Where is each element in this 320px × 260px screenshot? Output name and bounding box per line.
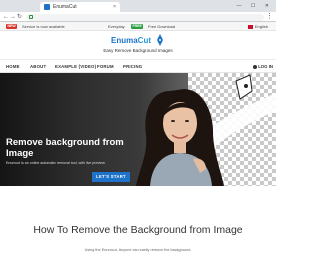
nav-item-example[interactable]: EXAMPLE (VIDEO) (55, 64, 96, 70)
logo[interactable]: EnumaCut (111, 36, 151, 46)
logo-cut: Cut (137, 36, 151, 45)
flag-icon (247, 25, 253, 29)
back-icon[interactable]: ← (3, 13, 9, 21)
lock-icon (29, 14, 33, 19)
window-controls[interactable]: — ☐ ✕ (237, 2, 273, 10)
tab-title: EnumaCut (53, 4, 77, 10)
free-badge: FREE (131, 24, 144, 29)
hero-person-photo (136, 89, 224, 186)
browser-tab[interactable]: EnumaCut × (40, 2, 120, 12)
reload-icon[interactable]: ↻ (17, 13, 22, 21)
address-bar: ← → ↻ ⋮ (0, 12, 276, 22)
url-field[interactable] (26, 13, 264, 21)
section-title: How To Remove the Background from Image (33, 224, 243, 236)
hero-illustration (136, 74, 276, 186)
site-header: EnumaCut Easy Remove Background Images (0, 31, 276, 59)
free-download-text[interactable]: Free Download (148, 24, 175, 29)
new-badge: NEW (6, 24, 18, 29)
tab-close-icon[interactable]: × (113, 3, 116, 11)
forward-icon[interactable]: → (10, 13, 16, 21)
hero-banner: Remove background from Image Enumcut is … (0, 73, 276, 186)
everyday-text: Everyday (108, 24, 125, 29)
top-info-bar: NEW Service is now available Everyday FR… (0, 22, 276, 31)
login-link[interactable]: LOG IN (252, 64, 273, 70)
nav-item-forum[interactable]: FORUM (97, 64, 114, 70)
hero-description: Enumcut is an online automatic removal t… (6, 161, 106, 165)
language-label: English (254, 24, 268, 29)
browser-tab-bar: EnumaCut × — ☐ ✕ (0, 0, 276, 12)
main-nav: HOME ABOUT EXAMPLE (VIDEO) FORUM PRICING… (0, 59, 276, 73)
favicon-icon (44, 4, 50, 10)
pen-nib-icon (157, 34, 163, 46)
nav-item-home[interactable]: HOME (6, 64, 20, 70)
browser-menu-icon[interactable]: ⋮ (266, 12, 273, 21)
tagline: Easy Remove Background Images (103, 48, 173, 53)
lets-start-button[interactable]: LET'S START (92, 172, 130, 182)
logo-enuma: Enuma (111, 36, 138, 45)
hero-pen-icon (235, 74, 253, 100)
hero-title: Remove background from Image (6, 137, 124, 159)
new-service-text[interactable]: Service is now available (22, 24, 65, 29)
user-icon (252, 64, 257, 69)
section-subtitle: Using the Enumcut, Anyone can easily rem… (84, 248, 192, 252)
language-selector[interactable]: English (247, 24, 268, 29)
login-label: LOG IN (258, 64, 273, 69)
nav-item-about[interactable]: ABOUT (30, 64, 46, 70)
nav-item-pricing[interactable]: PRICING (123, 64, 142, 70)
